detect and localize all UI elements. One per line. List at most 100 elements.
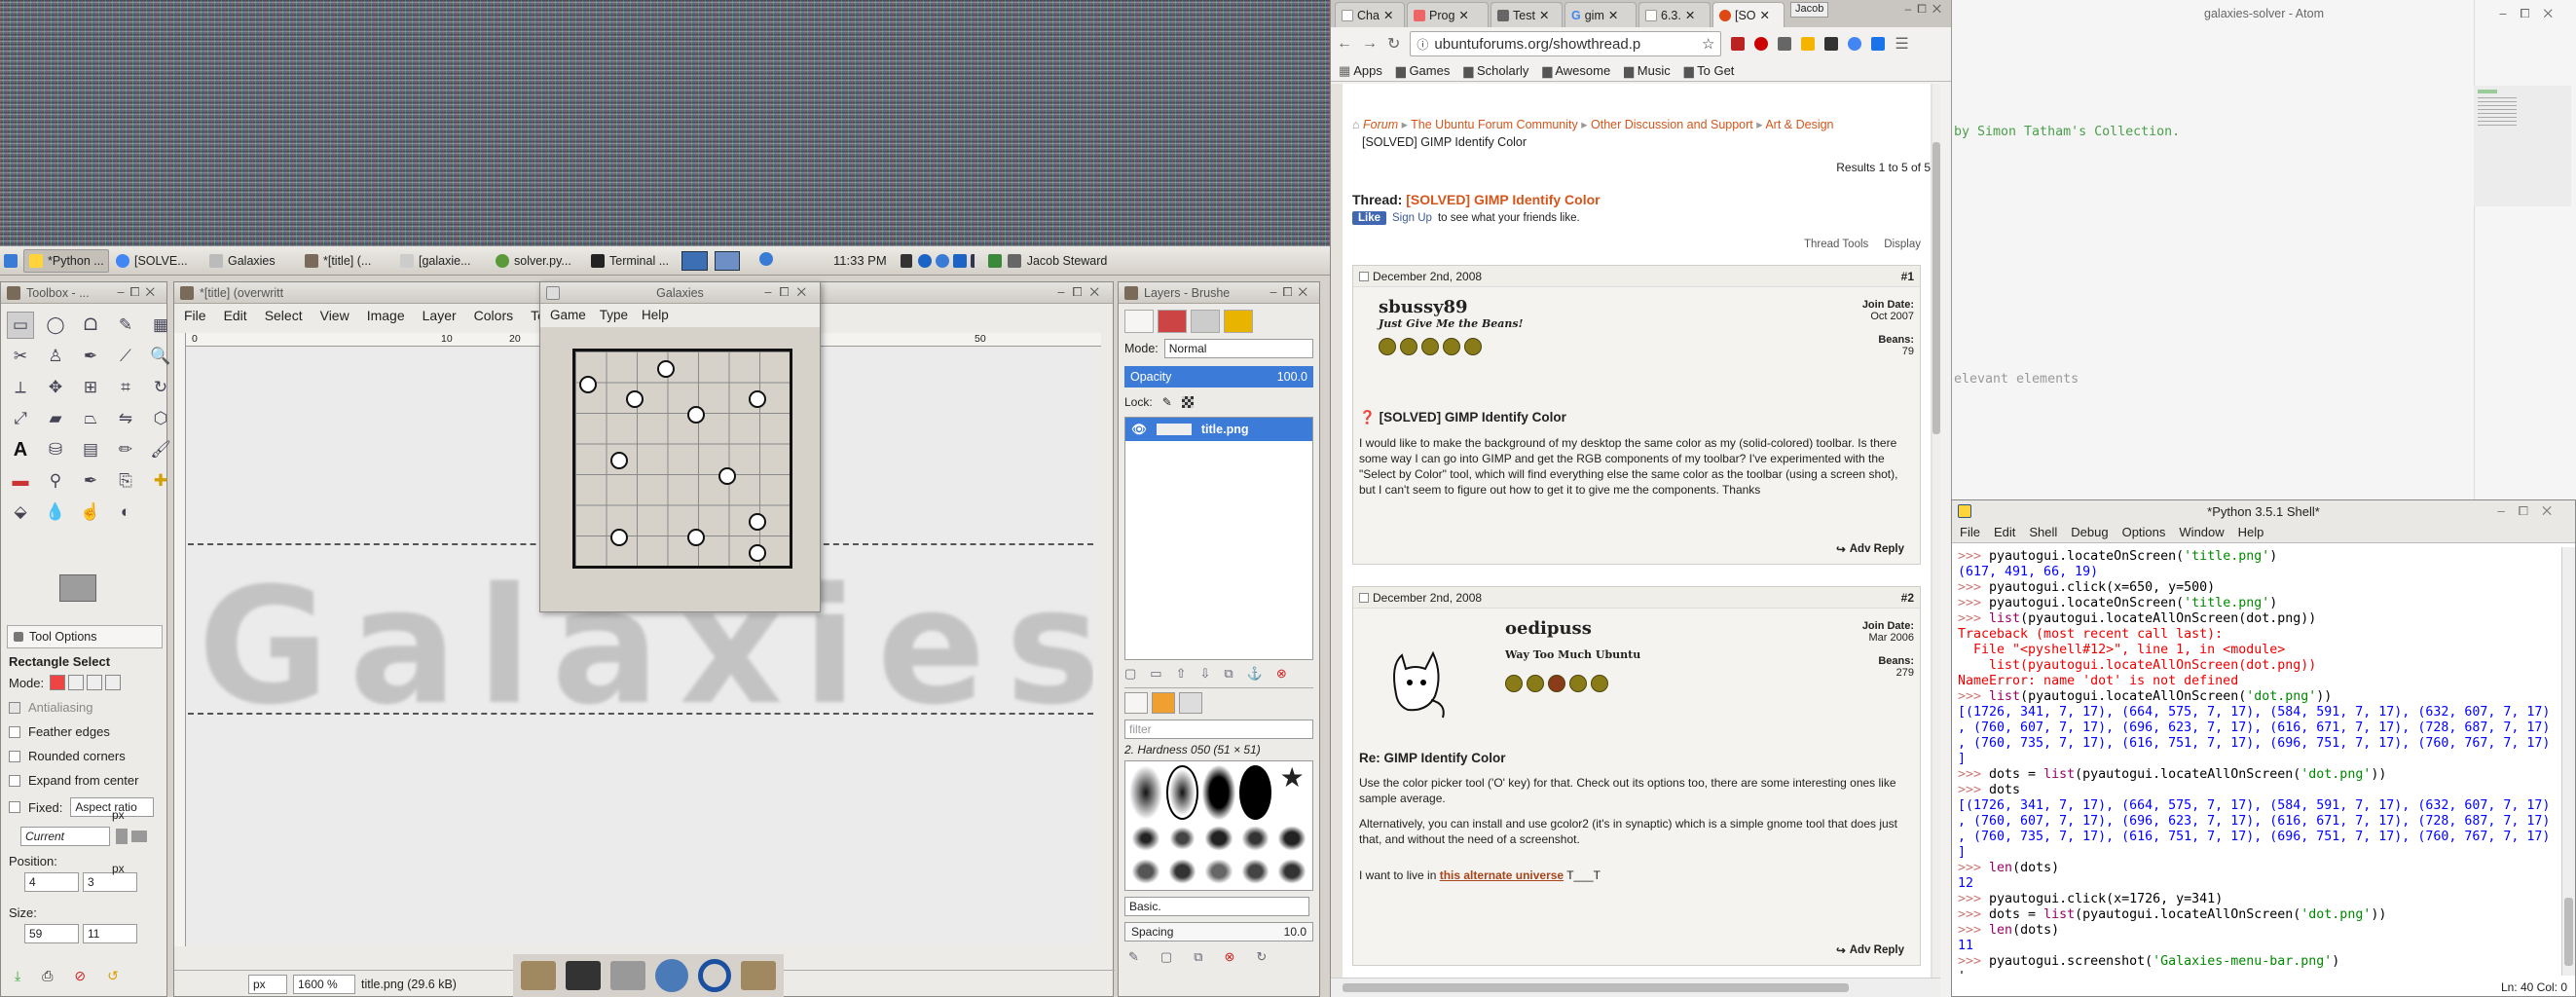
layer-group-icon[interactable]: ▭ (1150, 666, 1161, 682)
window-controls[interactable]: –⧠✕ (1905, 2, 1947, 17)
browser-tab[interactable]: Test ✕ (1490, 2, 1563, 27)
galaxy-dot[interactable] (610, 529, 628, 546)
brush-preset[interactable] (1165, 824, 1199, 853)
galaxy-dot[interactable] (657, 360, 675, 378)
galaxy-dot[interactable] (626, 390, 644, 408)
free-select-tool[interactable]: ᗝ (77, 312, 104, 339)
browser-tab[interactable]: Prog ✕ (1407, 2, 1489, 27)
battery-icon[interactable] (987, 253, 1002, 268)
window-controls[interactable]: –⧠✕ (2497, 503, 2565, 519)
signup-link[interactable]: Sign Up (1392, 212, 1432, 224)
user-name[interactable]: Jacob Steward (1027, 254, 1108, 268)
workspace-switcher[interactable] (681, 249, 740, 273)
galaxy-dot[interactable] (687, 529, 705, 546)
horizontal-scrollbar[interactable] (1331, 978, 1940, 997)
menu-window[interactable]: Window (2179, 525, 2224, 539)
raise-layer-icon[interactable]: ⇧ (1176, 666, 1187, 682)
brush-preset[interactable] (1275, 857, 1308, 886)
taskbar-item[interactable]: *Python ... (23, 248, 109, 273)
bookmark-apps[interactable]: ▦ Apps (1339, 63, 1382, 79)
tab-paths[interactable] (1191, 310, 1220, 333)
post-username[interactable]: sbussy89 (1379, 297, 1895, 317)
tab-gradients[interactable] (1179, 692, 1202, 714)
brush-filter-input[interactable]: filter (1124, 720, 1313, 739)
align-tool[interactable]: ⊞ (77, 374, 104, 401)
bookmark-folder[interactable]: ▆ Scholarly (1463, 63, 1528, 79)
page-info-icon[interactable]: ⓘ (1417, 36, 1428, 53)
extension-icon[interactable] (1871, 37, 1886, 51)
close-icon[interactable]: ✕ (1608, 8, 1618, 22)
chrome-icon[interactable] (759, 252, 773, 266)
brush-preset[interactable]: ★ (1275, 764, 1308, 820)
adv-reply-button[interactable]: ↪ Adv Reply (1836, 943, 1904, 957)
bookmark-folder[interactable]: ▆ Awesome (1542, 63, 1610, 79)
brush-preset[interactable] (1202, 857, 1235, 886)
restore-options-icon[interactable]: ⎙ (42, 968, 53, 984)
user-avatar[interactable] (1379, 636, 1453, 720)
by-color-select-tool[interactable]: ▦ (147, 312, 174, 339)
menu-help[interactable]: Help (2238, 525, 2264, 539)
position-unit-select[interactable]: px (112, 808, 125, 822)
tab-tool-options[interactable]: Tool Options (7, 625, 163, 648)
bluetooth-icon[interactable] (917, 253, 932, 268)
mode-replace-button[interactable] (50, 675, 66, 690)
menu-debug[interactable]: Debug (2071, 525, 2108, 539)
perspective-clone-tool[interactable]: ⬙ (7, 498, 34, 526)
brush-preset[interactable] (1165, 765, 1199, 820)
new-brush-icon[interactable]: ▢ (1160, 949, 1172, 965)
window-controls[interactable]: –⧠✕ (1058, 285, 1107, 300)
reset-options-icon[interactable]: ↺ (107, 968, 119, 984)
rotate-tool[interactable]: ↻ (147, 374, 174, 401)
dropbox-icon[interactable] (952, 253, 967, 268)
search-icon[interactable] (698, 959, 731, 992)
paintbrush-tool[interactable]: 🖌 (147, 436, 174, 463)
flip-tool[interactable]: ⇋ (112, 405, 139, 432)
tab-layers[interactable] (1124, 310, 1154, 333)
shell-titlebar[interactable]: *Python 3.5.1 Shell* –⧠✕ (1952, 500, 2575, 522)
opacity-slider[interactable]: Opacity 100.0 (1124, 366, 1313, 388)
unit-select[interactable]: px (248, 974, 287, 994)
menu-shell[interactable]: Shell (2029, 525, 2057, 539)
brush-preset[interactable] (1275, 824, 1308, 853)
text-tool[interactable]: A (7, 436, 34, 463)
terminal-icon[interactable] (566, 961, 601, 990)
close-icon[interactable]: ✕ (1383, 8, 1393, 22)
galaxy-dot[interactable] (749, 544, 766, 562)
taskbar-item[interactable]: [galaxie... (395, 249, 489, 273)
duplicate-layer-icon[interactable]: ⧉ (1224, 666, 1233, 682)
save-options-icon[interactable]: ⤓ (15, 968, 20, 984)
post-number[interactable]: #2 (1901, 591, 1914, 605)
eye-icon[interactable]: 👁 (1131, 423, 1147, 437)
close-icon[interactable]: ✕ (1539, 8, 1549, 22)
thread-tools-menu[interactable]: Thread Tools (1804, 239, 1868, 250)
tab-brushes[interactable] (1124, 692, 1148, 714)
scale-tool[interactable]: ⤢ (7, 405, 34, 432)
cast-icon[interactable] (1778, 37, 1792, 51)
post-number[interactable]: #1 (1901, 270, 1914, 283)
new-layer-icon[interactable]: ▢ (1124, 666, 1136, 682)
layer-row[interactable]: 👁 title.png (1125, 418, 1312, 441)
delete-layer-icon[interactable]: ⊗ (1276, 666, 1287, 682)
star-icon[interactable]: ☆ (1702, 35, 1714, 53)
profile-button[interactable]: Jacob (1790, 2, 1829, 18)
url-bar[interactable]: ⓘ ubuntuforums.org/showthread.p ☆ (1410, 31, 1722, 56)
galaxy-dot[interactable] (687, 406, 705, 424)
adblock-icon[interactable] (1754, 37, 1769, 51)
antialiasing-checkbox[interactable] (9, 701, 20, 714)
menu-layer[interactable]: Layer (423, 308, 457, 323)
eraser-tool[interactable]: ▬ (7, 467, 34, 495)
menu-help[interactable]: Help (642, 308, 669, 322)
ellipse-select-tool[interactable]: ◯ (42, 312, 69, 339)
blend-tool[interactable]: ▤ (77, 436, 104, 463)
bucket-fill-tool[interactable]: ⛁ (42, 436, 69, 463)
menu-edit[interactable]: Edit (224, 308, 247, 323)
clock[interactable]: 11:33 PM (833, 253, 887, 268)
blur-tool[interactable]: 💧 (42, 498, 69, 526)
delete-options-icon[interactable]: ⊘ (74, 968, 86, 984)
menu-type[interactable]: Type (600, 308, 628, 322)
menu-options[interactable]: Options (2122, 525, 2166, 539)
mode-subtract-button[interactable] (87, 675, 103, 690)
heal-tool[interactable]: ✚ (147, 467, 174, 495)
size-w-field[interactable]: 59 (24, 924, 79, 943)
browser-tab[interactable]: 6.3. ✕ (1638, 2, 1711, 27)
